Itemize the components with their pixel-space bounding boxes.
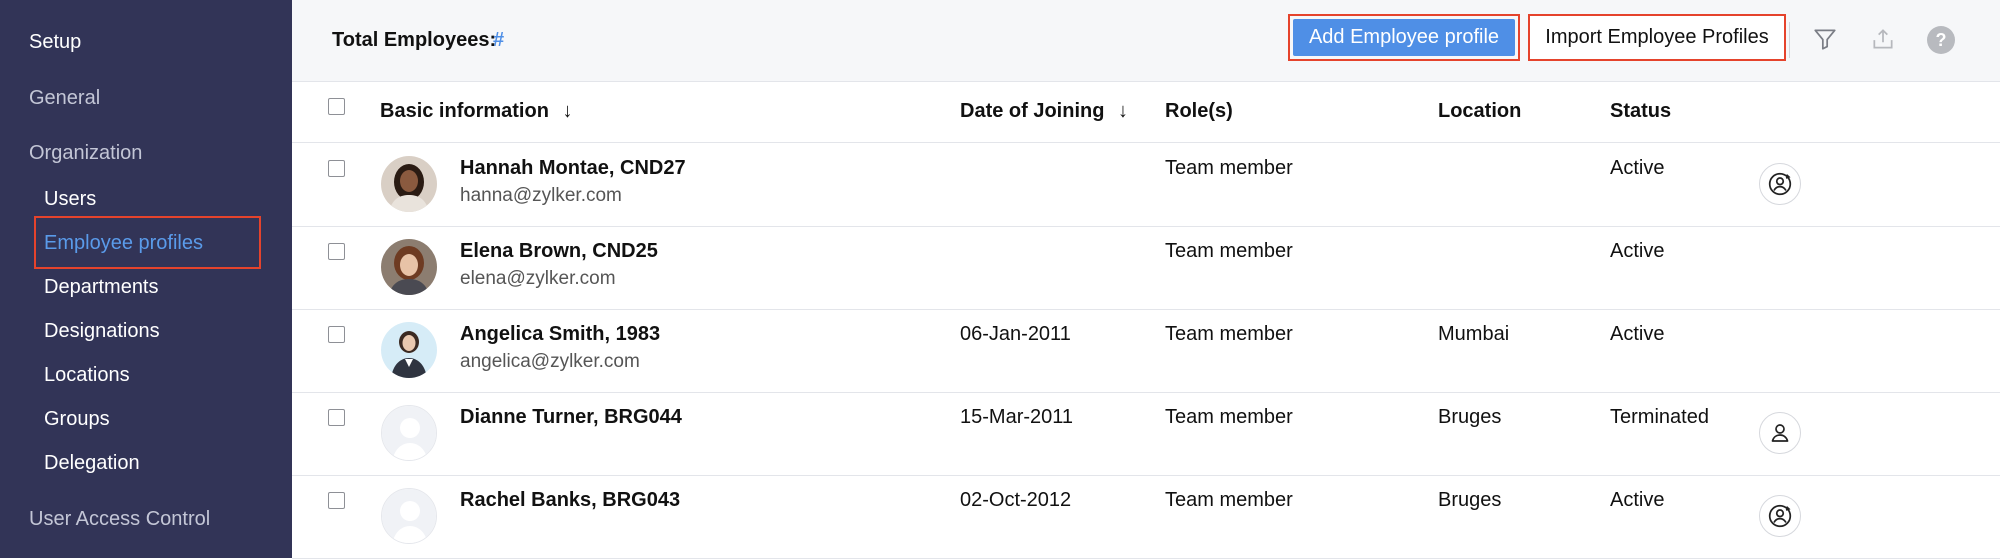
employee-role: Team member: [1165, 323, 1293, 345]
employee-name[interactable]: Elena Brown, CND25: [460, 240, 658, 263]
select-all-checkbox[interactable]: [328, 98, 345, 115]
avatar-placeholder: [381, 488, 437, 544]
toolbar-divider: [1789, 22, 1790, 58]
row-checkbox[interactable]: [328, 160, 345, 177]
sidebar-item-delegation[interactable]: Delegation: [44, 452, 140, 475]
sidebar: Setup General Organization Users Employe…: [0, 0, 292, 558]
column-basic-information[interactable]: Basic information ↓: [380, 100, 572, 123]
row-checkbox[interactable]: [328, 326, 345, 343]
employee-name[interactable]: Dianne Turner, BRG044: [460, 406, 682, 429]
employee-role: Team member: [1165, 406, 1293, 428]
avatar: [381, 239, 437, 295]
help-icon[interactable]: ?: [1924, 23, 1958, 57]
user-icon[interactable]: [1759, 412, 1801, 454]
avatar-placeholder: [381, 405, 437, 461]
sort-arrow-icon[interactable]: ↓: [1118, 100, 1128, 122]
employee-role: Team member: [1165, 240, 1293, 262]
table-row[interactable]: Dianne Turner, BRG044 15-Mar-2011 Team m…: [292, 392, 2000, 476]
table-row[interactable]: Rachel Banks, BRG043 02-Oct-2012 Team me…: [292, 475, 2000, 559]
employee-role: Team member: [1165, 489, 1293, 511]
employee-location: Bruges: [1438, 406, 1502, 428]
main-content: Total Employees: # Add Employee profile …: [292, 0, 2000, 559]
table-row[interactable]: Elena Brown, CND25 elena@zylker.com Team…: [292, 226, 2000, 310]
svg-text:?: ?: [1936, 30, 1947, 50]
employee-email: angelica@zylker.com: [460, 351, 640, 372]
employee-location: Mumbai: [1438, 323, 1510, 345]
column-date-of-joining[interactable]: Date of Joining ↓: [960, 100, 1128, 123]
toolbar: Total Employees: # Add Employee profile …: [292, 0, 2000, 82]
employee-name[interactable]: Angelica Smith, 1983: [460, 323, 660, 346]
import-employee-profiles-button[interactable]: Import Employee Profiles: [1528, 14, 1786, 61]
employee-profiles-highlight: [34, 216, 261, 269]
sidebar-item-departments[interactable]: Departments: [44, 276, 159, 299]
employee-status: Active: [1610, 157, 1665, 179]
employee-email: hanna@zylker.com: [460, 185, 622, 206]
table-row[interactable]: Hannah Montae, CND27 hanna@zylker.com Te…: [292, 143, 2000, 227]
employee-date-of-joining: 02-Oct-2012: [960, 489, 1072, 511]
row-checkbox[interactable]: [328, 492, 345, 509]
employee-email: elena@zylker.com: [460, 268, 616, 289]
column-location[interactable]: Location: [1438, 100, 1521, 123]
export-icon[interactable]: [1866, 22, 1900, 56]
employee-date-of-joining: 06-Jan-2011: [960, 323, 1071, 345]
table-header: Basic information ↓ Date of Joining ↓ Ro…: [292, 82, 2000, 143]
sidebar-item-groups[interactable]: Groups: [44, 408, 110, 431]
employee-name[interactable]: Hannah Montae, CND27: [460, 157, 686, 180]
user-reactivate-icon[interactable]: [1759, 495, 1801, 537]
add-employee-highlight: Add Employee profile: [1288, 14, 1520, 61]
column-roles[interactable]: Role(s): [1165, 100, 1233, 123]
avatar: [381, 156, 437, 212]
sidebar-section-user-access-control[interactable]: User Access Control: [29, 508, 210, 531]
employee-date-of-joining: 15-Mar-2011: [960, 406, 1074, 428]
employee-status: Active: [1610, 240, 1665, 262]
employee-name[interactable]: Rachel Banks, BRG043: [460, 489, 680, 512]
sidebar-item-locations[interactable]: Locations: [44, 364, 130, 387]
avatar: [381, 322, 437, 378]
sort-arrow-icon[interactable]: ↓: [562, 100, 572, 122]
column-date-of-joining-label: Date of Joining: [960, 100, 1105, 122]
sidebar-item-designations[interactable]: Designations: [44, 320, 160, 343]
column-basic-information-label: Basic information: [380, 100, 549, 122]
sidebar-section-general[interactable]: General: [29, 87, 100, 110]
total-employees-count: #: [493, 29, 505, 51]
total-employees-label: Total Employees:: [332, 29, 497, 51]
sidebar-item-users[interactable]: Users: [44, 188, 96, 211]
add-employee-profile-button[interactable]: Add Employee profile: [1293, 19, 1515, 56]
row-checkbox[interactable]: [328, 409, 345, 426]
sidebar-header: Setup: [29, 31, 82, 53]
employee-role: Team member: [1165, 157, 1293, 179]
employee-status: Terminated: [1610, 406, 1709, 428]
filter-icon[interactable]: [1808, 22, 1842, 56]
employee-status: Active: [1610, 489, 1665, 511]
column-status[interactable]: Status: [1610, 100, 1671, 123]
table-row[interactable]: Angelica Smith, 1983 angelica@zylker.com…: [292, 309, 2000, 393]
row-checkbox[interactable]: [328, 243, 345, 260]
user-reactivate-icon[interactable]: [1759, 163, 1801, 205]
employee-location: Bruges: [1438, 489, 1502, 511]
sidebar-section-organization[interactable]: Organization: [29, 142, 142, 165]
employee-status: Active: [1610, 323, 1665, 345]
